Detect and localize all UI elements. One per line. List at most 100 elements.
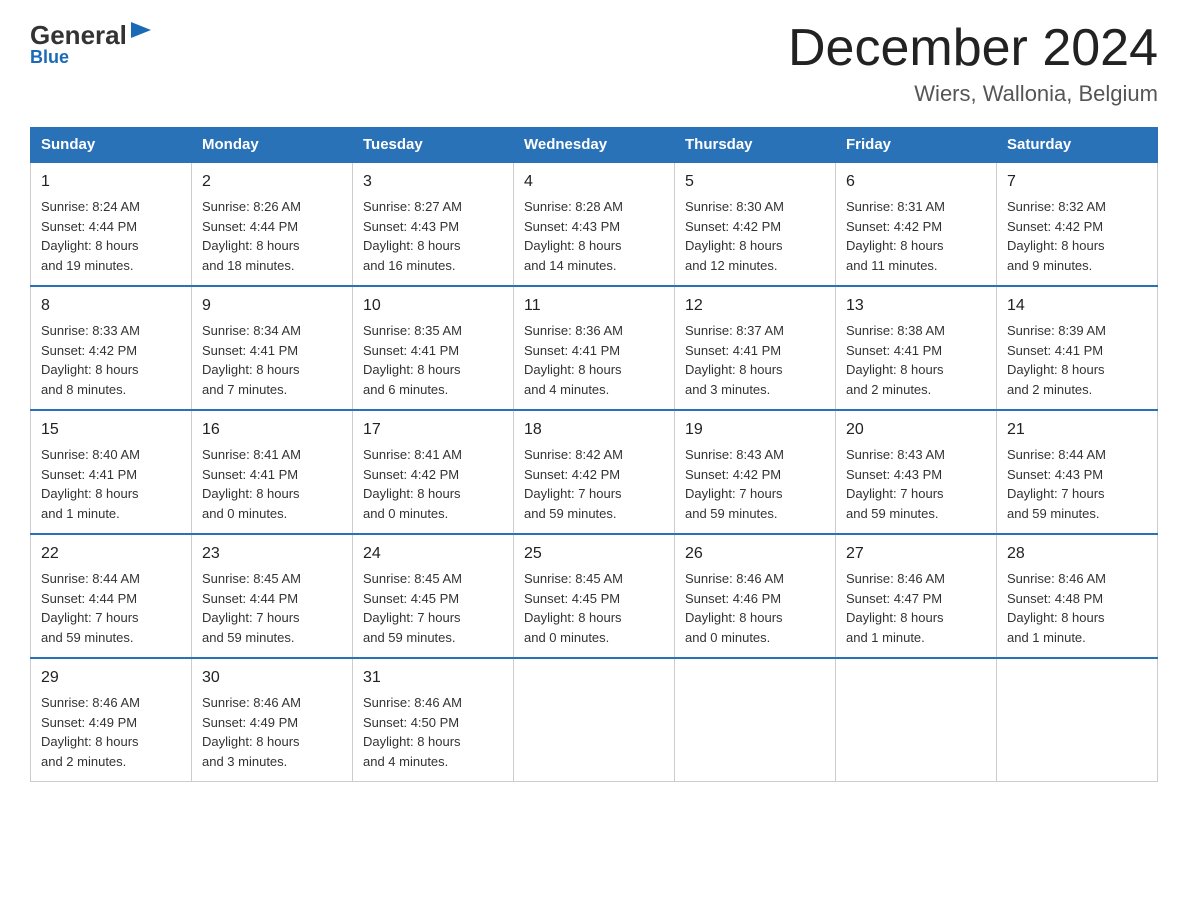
table-row: 30Sunrise: 8:46 AMSunset: 4:49 PMDayligh… — [192, 658, 353, 782]
day-info-line: Sunset: 4:43 PM — [1007, 465, 1147, 485]
logo-flag-icon — [129, 22, 153, 44]
table-row — [675, 658, 836, 782]
day-info-line: Sunset: 4:49 PM — [202, 713, 342, 733]
day-info-line: and 3 minutes. — [685, 380, 825, 400]
day-info-line: and 2 minutes. — [1007, 380, 1147, 400]
day-number: 27 — [846, 542, 986, 566]
logo: General Blue — [30, 20, 153, 68]
day-info-line: Sunset: 4:44 PM — [202, 589, 342, 609]
day-info-line: Sunrise: 8:44 AM — [1007, 445, 1147, 465]
day-info-line: Sunrise: 8:36 AM — [524, 321, 664, 341]
day-info-line: Sunrise: 8:24 AM — [41, 197, 181, 217]
day-info-line: Daylight: 8 hours — [363, 236, 503, 256]
day-number: 5 — [685, 170, 825, 194]
day-info-line: Daylight: 8 hours — [1007, 236, 1147, 256]
day-info-line: and 19 minutes. — [41, 256, 181, 276]
day-info-line: Sunset: 4:42 PM — [685, 217, 825, 237]
day-info-line: Sunset: 4:47 PM — [846, 589, 986, 609]
day-info-line: Daylight: 7 hours — [202, 608, 342, 628]
day-info-line: Daylight: 8 hours — [41, 484, 181, 504]
day-number: 17 — [363, 418, 503, 442]
day-info-line: and 11 minutes. — [846, 256, 986, 276]
day-info-line: Sunset: 4:50 PM — [363, 713, 503, 733]
day-info-line: Sunset: 4:45 PM — [524, 589, 664, 609]
day-info-line: and 18 minutes. — [202, 256, 342, 276]
day-info-line: Sunset: 4:41 PM — [524, 341, 664, 361]
table-row — [514, 658, 675, 782]
day-info-line: Daylight: 7 hours — [846, 484, 986, 504]
table-row — [836, 658, 997, 782]
day-number: 8 — [41, 294, 181, 318]
col-friday: Friday — [836, 128, 997, 163]
day-number: 12 — [685, 294, 825, 318]
day-info-line: Sunrise: 8:28 AM — [524, 197, 664, 217]
day-number: 3 — [363, 170, 503, 194]
day-info-line: Daylight: 8 hours — [524, 236, 664, 256]
day-info-line: Sunrise: 8:37 AM — [685, 321, 825, 341]
day-number: 19 — [685, 418, 825, 442]
day-info-line: Sunset: 4:41 PM — [1007, 341, 1147, 361]
day-info-line: Sunrise: 8:46 AM — [363, 693, 503, 713]
day-info-line: Sunset: 4:41 PM — [685, 341, 825, 361]
day-info-line: and 1 minute. — [846, 628, 986, 648]
table-row: 12Sunrise: 8:37 AMSunset: 4:41 PMDayligh… — [675, 286, 836, 410]
day-number: 31 — [363, 666, 503, 690]
table-row: 7Sunrise: 8:32 AMSunset: 4:42 PMDaylight… — [997, 162, 1158, 286]
day-info-line: and 59 minutes. — [1007, 504, 1147, 524]
day-info-line: Daylight: 8 hours — [202, 360, 342, 380]
day-info-line: Sunrise: 8:40 AM — [41, 445, 181, 465]
day-info-line: Sunset: 4:44 PM — [202, 217, 342, 237]
title-block: December 2024 Wiers, Wallonia, Belgium — [788, 20, 1158, 107]
day-info-line: Daylight: 7 hours — [363, 608, 503, 628]
day-info-line: Daylight: 8 hours — [846, 360, 986, 380]
col-sunday: Sunday — [31, 128, 192, 163]
day-info-line: and 0 minutes. — [524, 628, 664, 648]
day-number: 25 — [524, 542, 664, 566]
table-row: 25Sunrise: 8:45 AMSunset: 4:45 PMDayligh… — [514, 534, 675, 658]
day-info-line: and 3 minutes. — [202, 752, 342, 772]
table-row: 20Sunrise: 8:43 AMSunset: 4:43 PMDayligh… — [836, 410, 997, 534]
day-number: 15 — [41, 418, 181, 442]
day-number: 16 — [202, 418, 342, 442]
table-row: 13Sunrise: 8:38 AMSunset: 4:41 PMDayligh… — [836, 286, 997, 410]
day-info-line: Daylight: 8 hours — [1007, 608, 1147, 628]
table-row: 14Sunrise: 8:39 AMSunset: 4:41 PMDayligh… — [997, 286, 1158, 410]
day-info-line: Sunset: 4:44 PM — [41, 589, 181, 609]
day-info-line: Daylight: 8 hours — [524, 360, 664, 380]
day-info-line: Sunset: 4:44 PM — [41, 217, 181, 237]
day-info-line: Sunrise: 8:41 AM — [363, 445, 503, 465]
day-number: 1 — [41, 170, 181, 194]
day-info-line: Sunset: 4:42 PM — [1007, 217, 1147, 237]
calendar-week-row: 29Sunrise: 8:46 AMSunset: 4:49 PMDayligh… — [31, 658, 1158, 782]
day-info-line: and 4 minutes. — [363, 752, 503, 772]
day-info-line: Sunrise: 8:26 AM — [202, 197, 342, 217]
day-info-line: Sunrise: 8:46 AM — [41, 693, 181, 713]
day-info-line: and 8 minutes. — [41, 380, 181, 400]
day-info-line: Sunrise: 8:27 AM — [363, 197, 503, 217]
day-info-line: Sunrise: 8:34 AM — [202, 321, 342, 341]
day-info-line: Daylight: 8 hours — [41, 732, 181, 752]
day-number: 26 — [685, 542, 825, 566]
day-info-line: and 59 minutes. — [41, 628, 181, 648]
day-info-line: and 1 minute. — [1007, 628, 1147, 648]
day-info-line: Sunset: 4:41 PM — [202, 465, 342, 485]
day-number: 20 — [846, 418, 986, 442]
day-info-line: and 0 minutes. — [363, 504, 503, 524]
day-info-line: Sunrise: 8:46 AM — [202, 693, 342, 713]
table-row: 26Sunrise: 8:46 AMSunset: 4:46 PMDayligh… — [675, 534, 836, 658]
day-info-line: Daylight: 8 hours — [41, 236, 181, 256]
day-info-line: Sunrise: 8:43 AM — [846, 445, 986, 465]
day-info-line: Sunrise: 8:35 AM — [363, 321, 503, 341]
table-row: 1 Sunrise: 8:24 AMSunset: 4:44 PMDaylight… — [31, 162, 192, 286]
day-info-line: Sunrise: 8:41 AM — [202, 445, 342, 465]
day-info-line: Sunrise: 8:39 AM — [1007, 321, 1147, 341]
day-number: 14 — [1007, 294, 1147, 318]
day-info-line: Sunrise: 8:44 AM — [41, 569, 181, 589]
day-info-line: Sunset: 4:43 PM — [524, 217, 664, 237]
table-row: 31Sunrise: 8:46 AMSunset: 4:50 PMDayligh… — [353, 658, 514, 782]
day-info-line: and 14 minutes. — [524, 256, 664, 276]
day-info-line: and 0 minutes. — [202, 504, 342, 524]
day-info-line: Sunrise: 8:42 AM — [524, 445, 664, 465]
day-info-line: Sunset: 4:42 PM — [41, 341, 181, 361]
col-monday: Monday — [192, 128, 353, 163]
